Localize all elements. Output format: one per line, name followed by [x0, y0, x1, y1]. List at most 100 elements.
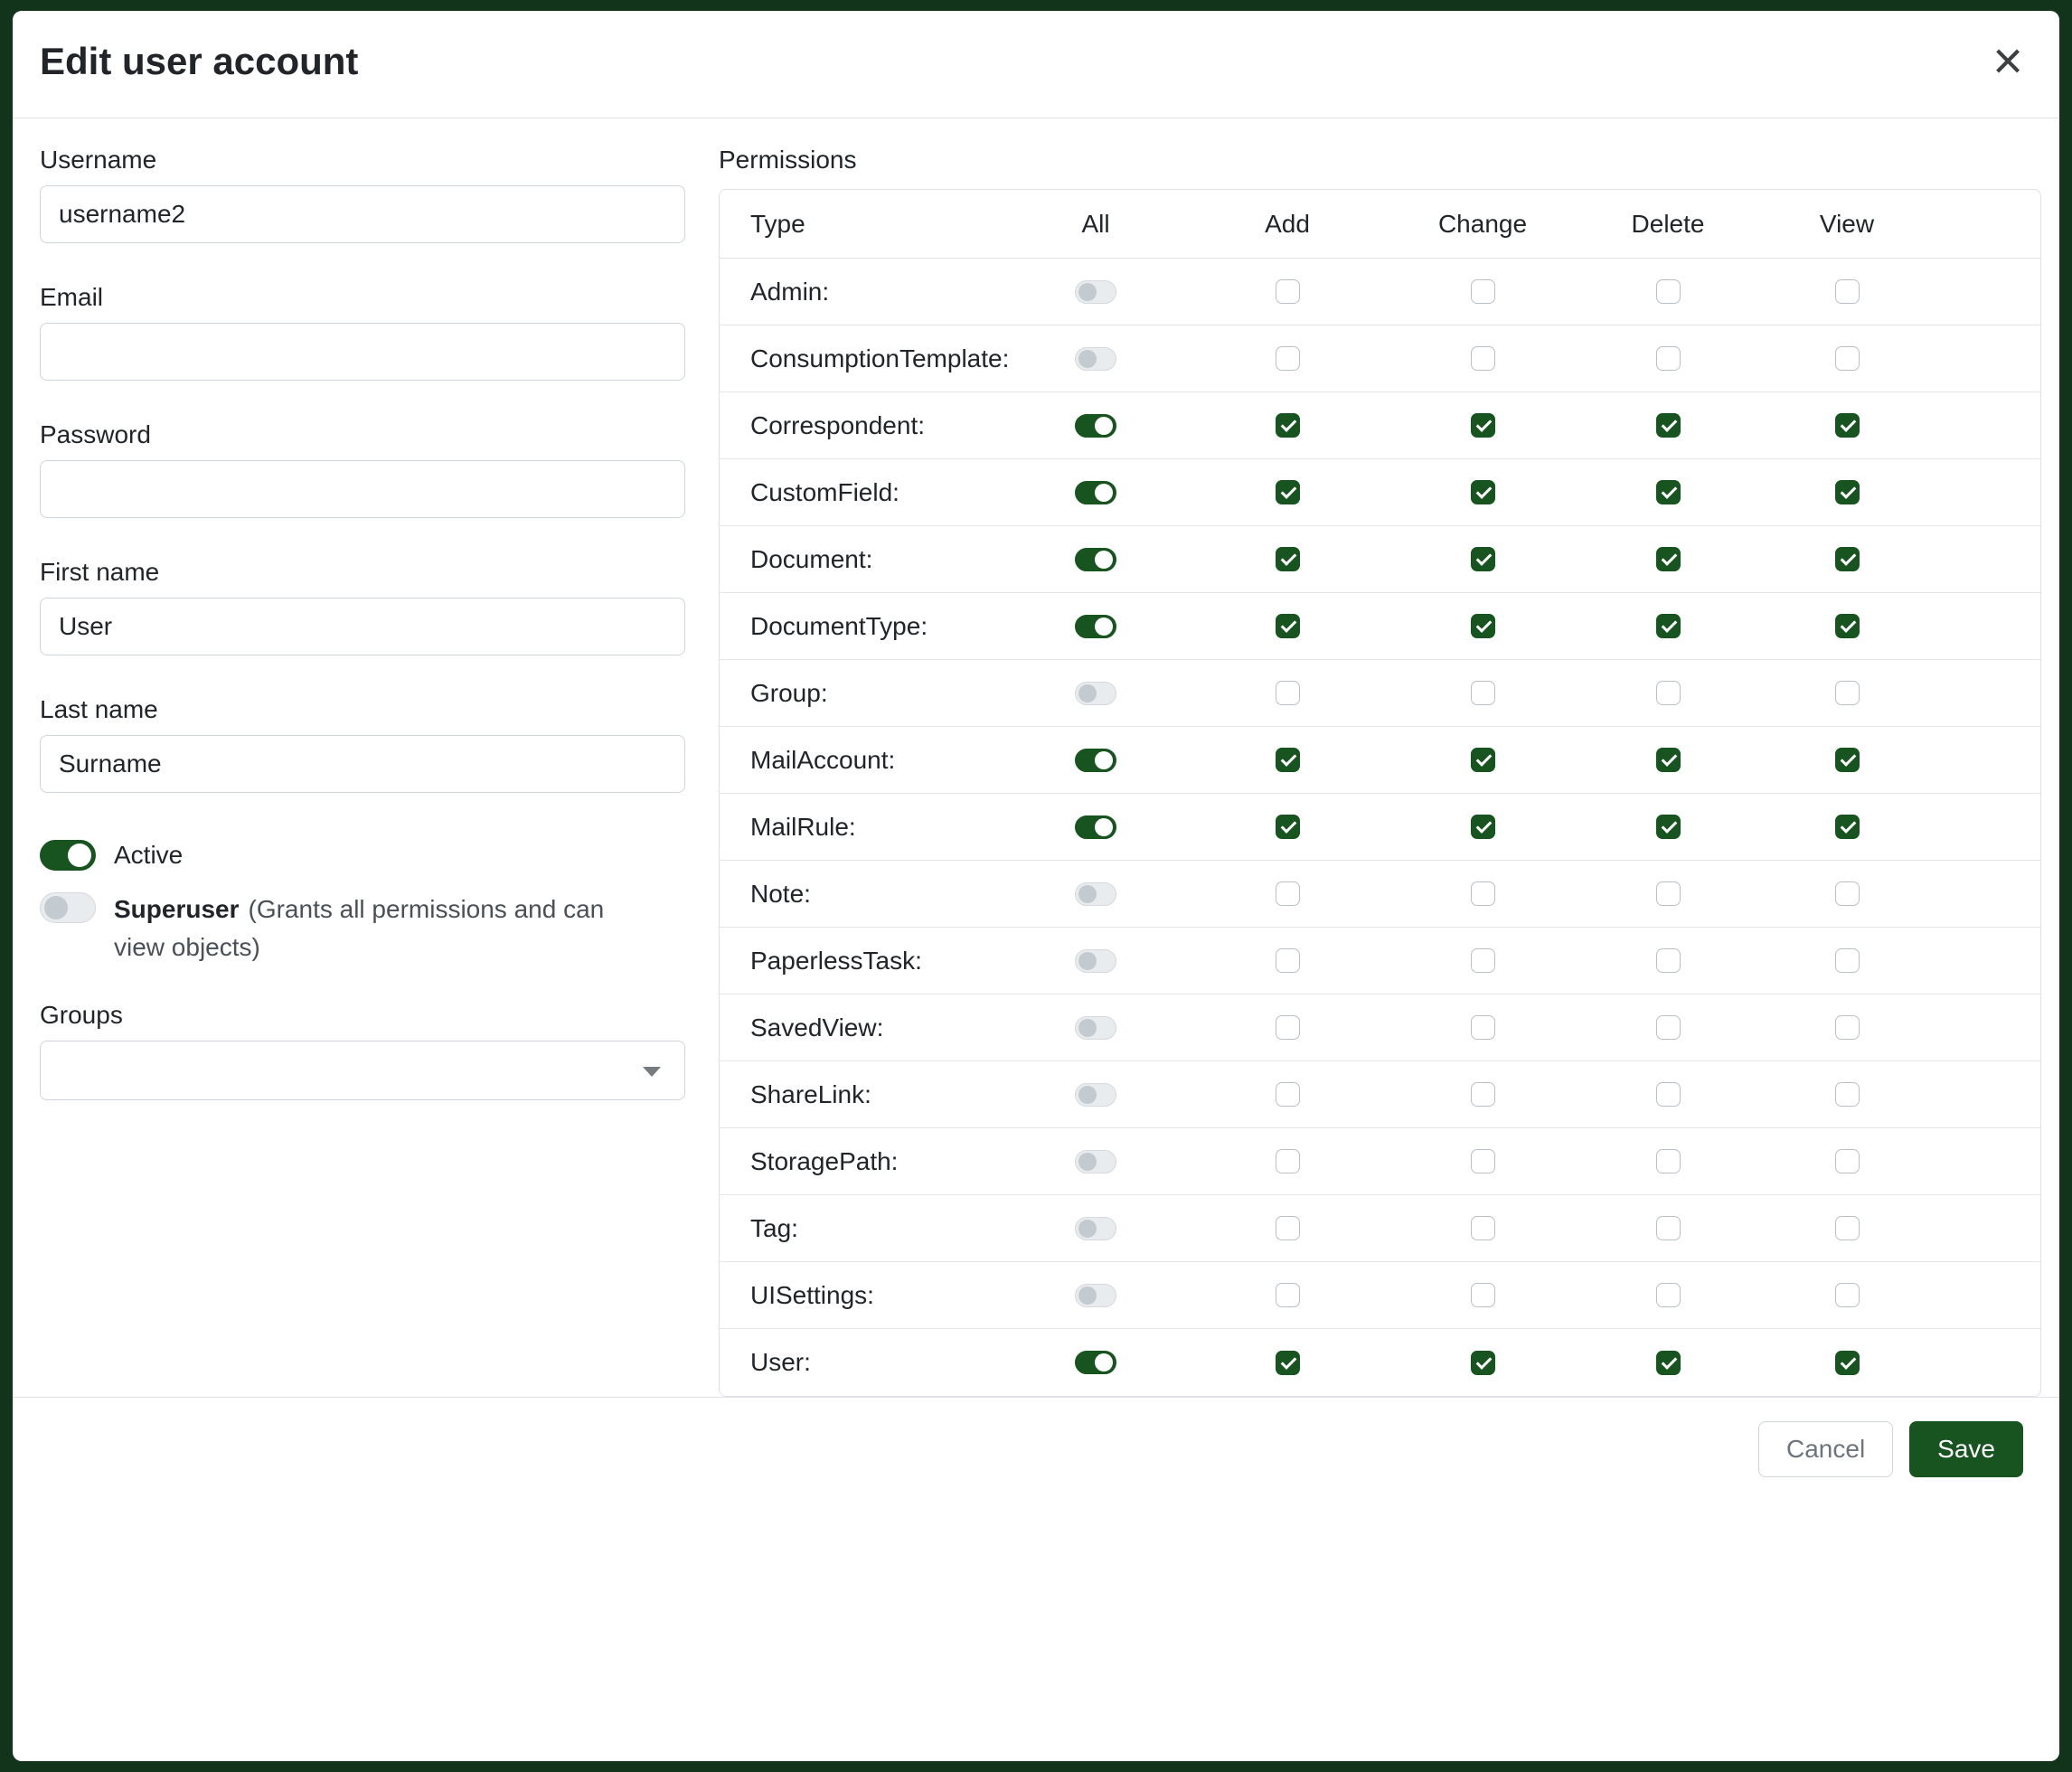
add-checkbox[interactable]: [1276, 279, 1300, 304]
all-toggle-cell: [1003, 1083, 1188, 1107]
delete-checkbox[interactable]: [1656, 480, 1681, 504]
view-checkbox[interactable]: [1835, 413, 1860, 438]
view-checkbox[interactable]: [1835, 1351, 1860, 1375]
view-checkbox[interactable]: [1835, 1216, 1860, 1240]
all-toggle[interactable]: [1075, 615, 1116, 638]
view-checkbox[interactable]: [1835, 948, 1860, 973]
save-button[interactable]: Save: [1909, 1421, 2023, 1477]
add-checkbox[interactable]: [1276, 346, 1300, 371]
change-checkbox[interactable]: [1471, 748, 1495, 772]
all-toggle[interactable]: [1075, 280, 1116, 304]
last-name-input[interactable]: [40, 735, 685, 793]
delete-checkbox[interactable]: [1656, 614, 1681, 638]
view-checkbox[interactable]: [1835, 279, 1860, 304]
all-toggle[interactable]: [1075, 1150, 1116, 1173]
add-checkbox[interactable]: [1276, 681, 1300, 705]
email-input[interactable]: [40, 323, 685, 381]
view-checkbox[interactable]: [1835, 1149, 1860, 1173]
close-button[interactable]: ×: [1992, 40, 2023, 83]
view-checkbox[interactable]: [1835, 881, 1860, 906]
delete-checkbox[interactable]: [1656, 748, 1681, 772]
add-checkbox[interactable]: [1276, 614, 1300, 638]
change-checkbox[interactable]: [1471, 1149, 1495, 1173]
delete-checkbox[interactable]: [1656, 1015, 1681, 1040]
change-checkbox[interactable]: [1471, 881, 1495, 906]
add-checkbox[interactable]: [1276, 480, 1300, 504]
change-checkbox[interactable]: [1471, 1082, 1495, 1107]
all-toggle[interactable]: [1075, 1351, 1116, 1374]
all-toggle[interactable]: [1075, 682, 1116, 705]
all-toggle[interactable]: [1075, 347, 1116, 371]
add-checkbox[interactable]: [1276, 1015, 1300, 1040]
delete-checkbox[interactable]: [1656, 1283, 1681, 1307]
view-checkbox[interactable]: [1835, 547, 1860, 571]
active-toggle[interactable]: [40, 840, 96, 871]
view-checkbox[interactable]: [1835, 1283, 1860, 1307]
delete-checkbox[interactable]: [1656, 948, 1681, 973]
change-checkbox[interactable]: [1471, 1216, 1495, 1240]
add-checkbox[interactable]: [1276, 1216, 1300, 1240]
change-checkbox[interactable]: [1471, 346, 1495, 371]
add-checkbox[interactable]: [1276, 748, 1300, 772]
add-checkbox[interactable]: [1276, 547, 1300, 571]
add-checkbox[interactable]: [1276, 1351, 1300, 1375]
change-checkbox[interactable]: [1471, 681, 1495, 705]
change-checkbox[interactable]: [1471, 614, 1495, 638]
permission-row: ShareLink:: [720, 1061, 2040, 1128]
password-input[interactable]: [40, 460, 685, 518]
view-checkbox[interactable]: [1835, 681, 1860, 705]
superuser-toggle[interactable]: [40, 892, 96, 923]
all-toggle[interactable]: [1075, 1284, 1116, 1307]
toggle-knob: [1095, 551, 1113, 569]
delete-checkbox[interactable]: [1656, 881, 1681, 906]
view-checkbox[interactable]: [1835, 815, 1860, 839]
change-checkbox[interactable]: [1471, 279, 1495, 304]
add-checkbox[interactable]: [1276, 881, 1300, 906]
delete-checkbox[interactable]: [1656, 346, 1681, 371]
delete-checkbox[interactable]: [1656, 1351, 1681, 1375]
groups-select[interactable]: [40, 1041, 685, 1100]
delete-checkbox[interactable]: [1656, 1216, 1681, 1240]
change-checkbox[interactable]: [1471, 1283, 1495, 1307]
view-checkbox[interactable]: [1835, 1015, 1860, 1040]
change-checkbox[interactable]: [1471, 948, 1495, 973]
all-toggle[interactable]: [1075, 882, 1116, 906]
delete-checkbox[interactable]: [1656, 279, 1681, 304]
all-toggle[interactable]: [1075, 815, 1116, 839]
view-checkbox[interactable]: [1835, 346, 1860, 371]
view-checkbox[interactable]: [1835, 614, 1860, 638]
delete-checkbox[interactable]: [1656, 1082, 1681, 1107]
username-input[interactable]: [40, 185, 685, 243]
change-checkbox[interactable]: [1471, 1015, 1495, 1040]
delete-checkbox[interactable]: [1656, 413, 1681, 438]
add-checkbox[interactable]: [1276, 948, 1300, 973]
delete-checkbox[interactable]: [1656, 815, 1681, 839]
add-checkbox[interactable]: [1276, 1149, 1300, 1173]
add-checkbox[interactable]: [1276, 1283, 1300, 1307]
first-name-input[interactable]: [40, 598, 685, 655]
view-checkbox[interactable]: [1835, 480, 1860, 504]
change-checkbox[interactable]: [1471, 413, 1495, 438]
groups-label: Groups: [40, 1001, 685, 1030]
view-checkbox[interactable]: [1835, 1082, 1860, 1107]
change-checkbox[interactable]: [1471, 547, 1495, 571]
all-toggle[interactable]: [1075, 1016, 1116, 1040]
add-checkbox[interactable]: [1276, 413, 1300, 438]
cancel-button[interactable]: Cancel: [1758, 1421, 1893, 1477]
all-toggle[interactable]: [1075, 749, 1116, 772]
add-checkbox[interactable]: [1276, 815, 1300, 839]
all-toggle[interactable]: [1075, 1083, 1116, 1107]
change-checkbox[interactable]: [1471, 480, 1495, 504]
all-toggle[interactable]: [1075, 1217, 1116, 1240]
add-checkbox[interactable]: [1276, 1082, 1300, 1107]
change-checkbox[interactable]: [1471, 1351, 1495, 1375]
delete-checkbox[interactable]: [1656, 681, 1681, 705]
view-checkbox[interactable]: [1835, 748, 1860, 772]
all-toggle[interactable]: [1075, 548, 1116, 571]
all-toggle[interactable]: [1075, 481, 1116, 504]
change-checkbox[interactable]: [1471, 815, 1495, 839]
delete-checkbox[interactable]: [1656, 1149, 1681, 1173]
all-toggle[interactable]: [1075, 414, 1116, 438]
delete-checkbox[interactable]: [1656, 547, 1681, 571]
all-toggle[interactable]: [1075, 949, 1116, 973]
